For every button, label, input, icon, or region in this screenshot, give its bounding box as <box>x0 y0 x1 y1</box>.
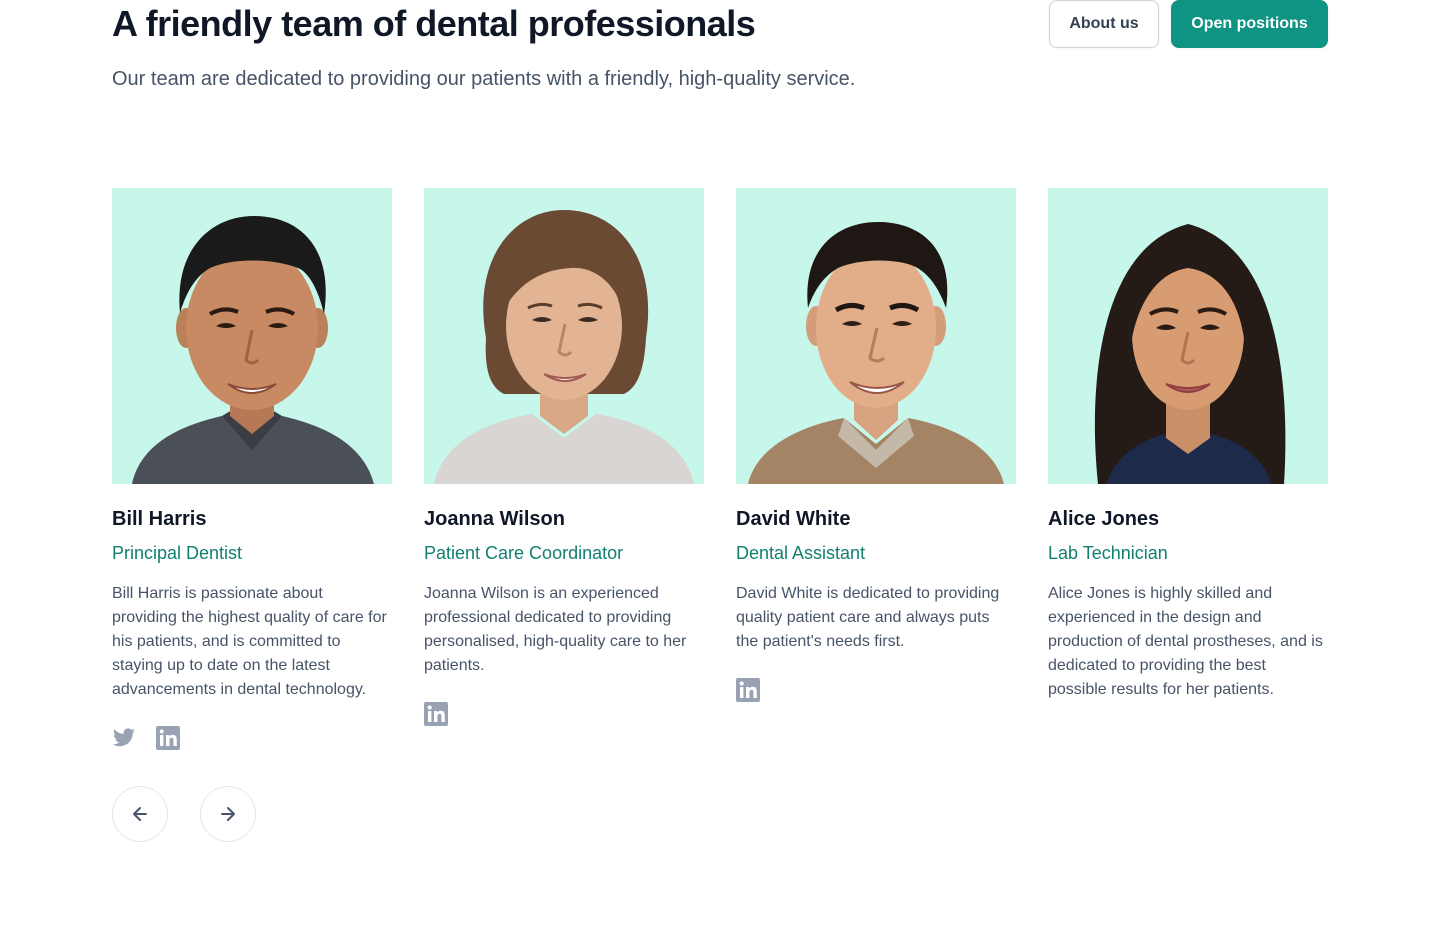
member-name: Joanna Wilson <box>424 508 565 530</box>
section-subtitle: Our team are dedicated to providing our … <box>112 68 856 90</box>
linkedin-icon[interactable] <box>736 678 760 702</box>
social-links <box>736 678 1016 702</box>
team-card: David White Dental Assistant David White… <box>736 188 1016 750</box>
team-member-photo <box>112 188 392 484</box>
member-role: Principal Dentist <box>112 543 243 563</box>
carousel-navigation <box>112 786 256 842</box>
member-role: Dental Assistant <box>736 543 866 563</box>
member-bio: Joanna Wilson is an experienced professi… <box>424 585 687 674</box>
member-role: Lab Technician <box>1048 543 1168 563</box>
member-bio: Alice Jones is highly skilled and experi… <box>1048 585 1323 698</box>
member-name: David White <box>736 508 851 530</box>
team-section: A friendly team of dental professionals … <box>0 0 1440 938</box>
previous-button[interactable] <box>112 786 168 842</box>
team-member-photo <box>424 188 704 484</box>
next-button[interactable] <box>200 786 256 842</box>
about-us-button[interactable]: About us <box>1049 0 1159 48</box>
linkedin-icon[interactable] <box>156 726 180 750</box>
social-links <box>112 726 392 750</box>
portrait-image <box>112 188 392 484</box>
portrait-image <box>736 188 1016 484</box>
portrait-image <box>1048 188 1328 484</box>
team-cards: Bill Harris Principal Dentist Bill Harri… <box>112 188 1328 750</box>
header-actions: About us Open positions <box>1049 0 1328 48</box>
team-card: Bill Harris Principal Dentist Bill Harri… <box>112 188 392 750</box>
arrow-left-icon <box>133 807 147 821</box>
twitter-icon[interactable] <box>112 726 136 750</box>
portrait-image <box>424 188 704 484</box>
team-card: Alice Jones Lab Technician Alice Jones i… <box>1048 188 1328 750</box>
arrow-right-icon <box>221 807 235 821</box>
member-bio: Bill Harris is passionate about providin… <box>112 585 387 698</box>
team-member-photo <box>1048 188 1328 484</box>
open-positions-button[interactable]: Open positions <box>1171 0 1328 48</box>
team-card: Joanna Wilson Patient Care Coordinator J… <box>424 188 704 750</box>
member-name: Bill Harris <box>112 508 207 530</box>
team-member-photo <box>736 188 1016 484</box>
page-title: A friendly team of dental professionals <box>112 3 756 44</box>
member-name: Alice Jones <box>1048 508 1160 530</box>
linkedin-icon[interactable] <box>424 702 448 726</box>
social-links <box>424 702 704 726</box>
member-role: Patient Care Coordinator <box>424 543 624 563</box>
member-bio: David White is dedicated to providing qu… <box>736 585 1000 650</box>
